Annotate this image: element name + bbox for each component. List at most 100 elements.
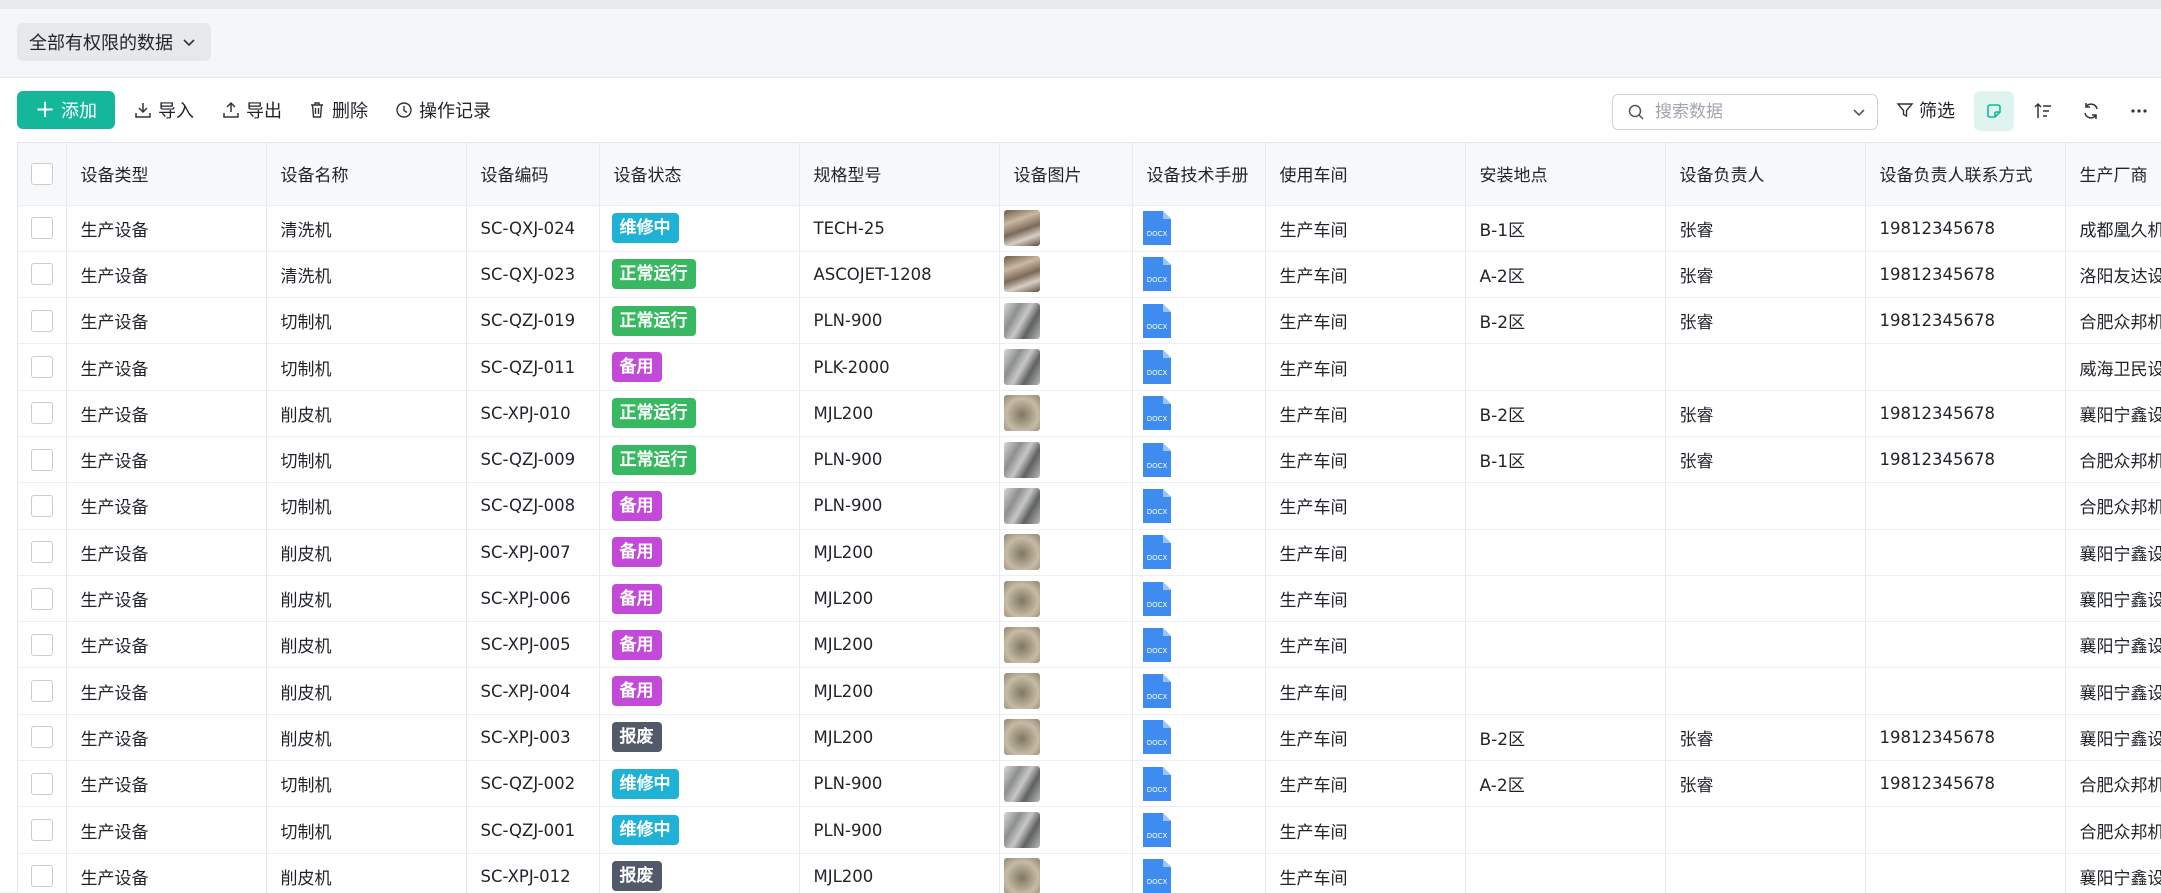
table-row[interactable]: 生产设备 清洗机 SC-QXJ-023 正常运行 ASCOJET-1208 DOCX 生产车… (18, 251, 2161, 299)
operation-log-button[interactable]: 操作记录 (395, 96, 491, 124)
cell-manual: DOCX (1132, 343, 1266, 391)
row-checkbox[interactable] (30, 309, 53, 332)
equipment-thumbnail[interactable] (1003, 302, 1040, 339)
board-view-button[interactable] (1974, 91, 2014, 131)
table-row[interactable]: 生产设备 削皮机 SC-XPJ-004 备用 MJL200 DOCX 生产车间 襄阳宁鑫设 (18, 667, 2161, 715)
row-checkbox[interactable] (30, 680, 53, 703)
cell-location (1465, 853, 1666, 893)
sort-button[interactable] (2023, 91, 2063, 131)
column-header[interactable]: 设备负责人联系方式 (1865, 143, 2066, 206)
row-checkbox[interactable] (30, 402, 53, 425)
export-button[interactable]: 导出 (222, 96, 282, 124)
column-header[interactable]: 设备名称 (266, 143, 467, 206)
cell-workshop: 生产车间 (1265, 806, 1466, 854)
docx-file-icon[interactable]: DOCX (1141, 441, 1173, 479)
docx-file-icon[interactable]: DOCX (1141, 255, 1173, 293)
docx-label: DOCX (1146, 415, 1167, 423)
table-row[interactable]: 生产设备 削皮机 SC-XPJ-012 报废 MJL200 DOCX 生产车间 襄阳宁鑫设 (18, 853, 2161, 893)
docx-file-icon[interactable]: DOCX (1141, 718, 1173, 756)
docx-file-icon[interactable]: DOCX (1141, 209, 1173, 247)
column-header[interactable]: 设备状态 (599, 143, 800, 206)
cell-type: 生产设备 (66, 853, 267, 893)
row-checkbox[interactable] (30, 448, 53, 471)
docx-file-icon[interactable]: DOCX (1141, 533, 1173, 571)
search-input[interactable] (1653, 101, 1847, 123)
row-checkbox[interactable] (30, 633, 53, 656)
equipment-thumbnail[interactable] (1003, 719, 1040, 756)
row-checkbox[interactable] (30, 217, 53, 240)
equipment-thumbnail[interactable] (1003, 441, 1040, 478)
more-button[interactable] (2119, 91, 2159, 131)
column-header[interactable]: 安装地点 (1465, 143, 1666, 206)
docx-file-icon[interactable]: DOCX (1141, 765, 1173, 803)
table-row[interactable]: 生产设备 削皮机 SC-XPJ-007 备用 MJL200 DOCX 生产车间 襄阳宁鑫设 (18, 529, 2161, 576)
row-checkbox[interactable] (30, 772, 53, 795)
row-checkbox[interactable] (30, 819, 53, 841)
table-row[interactable]: 生产设备 切制机 SC-QZJ-011 备用 PLK-2000 DOCX 生产车间 威海卫民设 (18, 343, 2161, 391)
docx-file-icon[interactable]: DOCX (1141, 302, 1173, 340)
row-checkbox[interactable] (30, 865, 53, 888)
row-checkbox[interactable] (30, 541, 53, 564)
cell-code: SC-XPJ-006 (466, 575, 600, 623)
row-checkbox[interactable] (30, 263, 53, 286)
row-checkbox[interactable] (30, 726, 53, 749)
table-row[interactable]: 生产设备 削皮机 SC-XPJ-003 报废 MJL200 DOCX 生产车间 B-2区 张睿 1… (18, 714, 2161, 762)
table-row[interactable]: 生产设备 削皮机 SC-XPJ-010 正常运行 MJL200 DOCX 生产车间 B-2区张… (18, 390, 2161, 437)
table-row[interactable]: 生产设备 切制机 SC-QZJ-008 备用 PLN-900 DOCX 生产车间 合肥众邦机 (18, 482, 2161, 530)
equipment-thumbnail[interactable] (1003, 858, 1040, 893)
chevron-down-icon[interactable] (1851, 104, 1867, 120)
cell-image (999, 806, 1133, 854)
docx-file-icon[interactable]: DOCX (1141, 487, 1173, 525)
docx-file-icon[interactable]: DOCX (1141, 857, 1173, 893)
row-select-cell (18, 343, 67, 391)
cell-name: 削皮机 (266, 714, 467, 762)
docx-file-icon[interactable]: DOCX (1141, 626, 1173, 664)
select-all-checkbox[interactable] (30, 162, 53, 185)
docx-file-icon[interactable]: DOCX (1141, 672, 1173, 710)
table-row[interactable]: 生产设备 削皮机 SC-XPJ-006 备用 MJL200 DOCX 生产车间 襄阳宁鑫设 (18, 575, 2161, 623)
column-header[interactable]: 设备技术手册 (1132, 143, 1266, 206)
import-button[interactable]: 导入 (134, 96, 194, 124)
equipment-thumbnail[interactable] (1003, 812, 1040, 848)
delete-button[interactable]: 删除 (308, 96, 368, 124)
equipment-thumbnail[interactable] (1003, 395, 1040, 432)
table-row[interactable]: 生产设备 清洗机 SC-QXJ-024 维修中 TECH-25 DOCX 生产车间 B-1区张… (18, 205, 2161, 252)
column-header[interactable]: 使用车间 (1265, 143, 1466, 206)
equipment-thumbnail[interactable] (1003, 580, 1040, 617)
docx-file-icon[interactable]: DOCX (1141, 348, 1173, 386)
table-row[interactable]: 生产设备 切制机 SC-QZJ-001 维修中 PLN-900 DOCX 生产车间 合肥众邦机 (18, 806, 2161, 854)
column-header[interactable]: 设备图片 (999, 143, 1133, 206)
equipment-thumbnail[interactable] (1003, 534, 1040, 571)
column-header[interactable]: 规格型号 (799, 143, 1000, 206)
table-row[interactable]: 生产设备 削皮机 SC-XPJ-005 备用 MJL200 DOCX 生产车间 襄阳宁鑫设 (18, 621, 2161, 669)
equipment-thumbnail[interactable] (1003, 487, 1040, 524)
cell-workshop: 生产车间 (1265, 760, 1466, 808)
equipment-thumbnail[interactable] (1003, 673, 1040, 710)
row-checkbox[interactable] (30, 494, 53, 517)
column-header[interactable]: 生产厂商 (2065, 143, 2161, 206)
cell-model: TECH-25 (799, 205, 1000, 252)
status-badge: 正常运行 (611, 444, 696, 475)
add-button[interactable]: + 添加 (17, 91, 115, 129)
column-header[interactable]: 设备负责人 (1665, 143, 1866, 206)
table-row[interactable]: 生产设备 切制机 SC-QZJ-009 正常运行 PLN-900 DOCX 生产车间 B-1区… (18, 436, 2161, 484)
column-header[interactable]: 设备编码 (466, 143, 600, 206)
table-row[interactable]: 生产设备 切制机 SC-QZJ-002 维修中 PLN-900 DOCX 生产车间 A-2区张… (18, 760, 2161, 808)
cell-model: MJL200 (799, 621, 1000, 669)
filter-button[interactable]: 筛选 (1896, 96, 1955, 124)
equipment-thumbnail[interactable] (1003, 256, 1040, 293)
row-checkbox[interactable] (30, 356, 53, 379)
view-selector[interactable]: 全部有权限的数据 (17, 23, 211, 61)
equipment-thumbnail[interactable] (1003, 765, 1040, 802)
refresh-button[interactable] (2071, 91, 2111, 131)
table-row[interactable]: 生产设备 切制机 SC-QZJ-019 正常运行 PLN-900 DOCX 生产车间 B-2区… (18, 297, 2161, 345)
docx-file-icon[interactable]: DOCX (1141, 394, 1173, 432)
equipment-thumbnail[interactable] (1003, 210, 1040, 247)
row-checkbox[interactable] (30, 587, 53, 610)
search-box[interactable] (1612, 94, 1878, 130)
docx-file-icon[interactable]: DOCX (1141, 580, 1173, 618)
column-header[interactable]: 设备类型 (66, 143, 267, 206)
equipment-thumbnail[interactable] (1003, 626, 1040, 663)
equipment-thumbnail[interactable] (1003, 349, 1040, 386)
docx-file-icon[interactable]: DOCX (1141, 811, 1173, 849)
